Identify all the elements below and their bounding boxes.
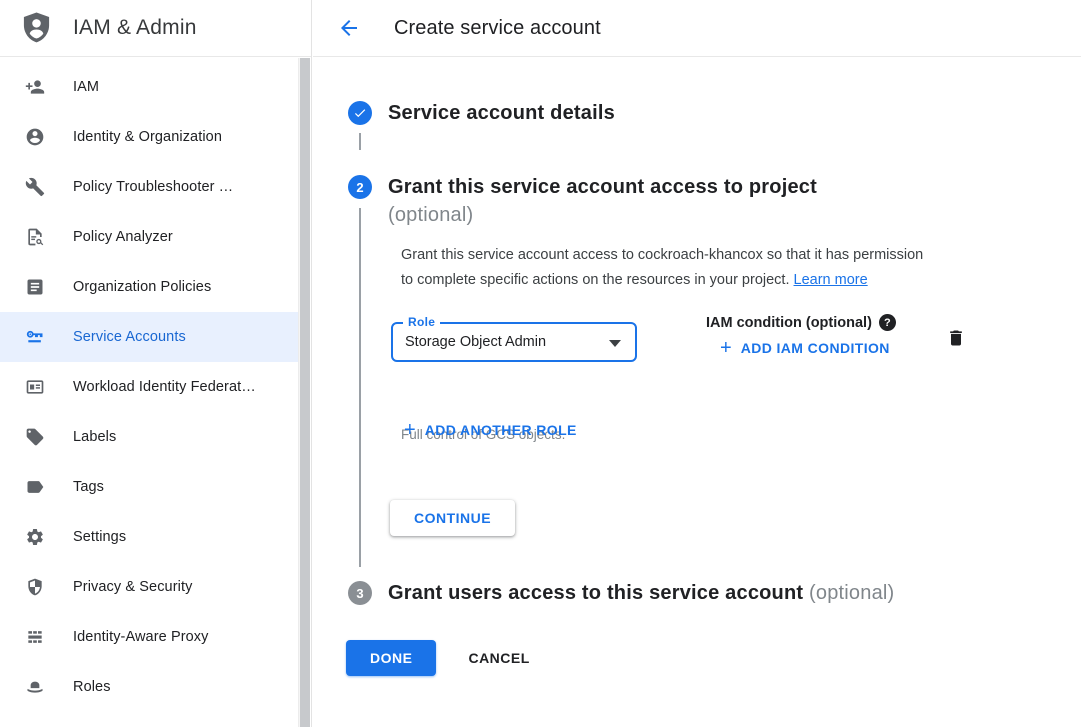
sidebar-item-label: Identity-Aware Proxy (73, 629, 209, 645)
sidebar-item-label: IAM (73, 79, 99, 95)
step-connector (359, 208, 361, 567)
sidebar-item-label: Roles (73, 679, 111, 695)
back-arrow-icon[interactable] (337, 16, 361, 40)
sidebar-item-label: Service Accounts (73, 329, 186, 345)
description-line: to complete specific actions on the reso… (401, 268, 923, 293)
sidebar-item-service-accounts[interactable]: Service Accounts (0, 312, 298, 362)
sidebar-header: IAM & Admin (0, 0, 311, 57)
sidebar-item-organization-policies[interactable]: Organization Policies (0, 262, 298, 312)
step1-complete-check-icon (348, 101, 372, 125)
delete-role-trash-icon[interactable] (946, 327, 966, 349)
sidebar-item-identity-organization[interactable]: Identity & Organization (0, 112, 298, 162)
sidebar-item-label: Organization Policies (73, 279, 211, 295)
cancel-button[interactable]: CANCEL (456, 640, 541, 676)
step3-title: Grant users access to this service accou… (388, 582, 894, 605)
sidebar-item-label: Policy Troubleshooter … (73, 179, 233, 195)
sidebar-item-label: Labels (73, 429, 116, 445)
step3-optional-label: (optional) (809, 582, 894, 604)
stepper-content: Service account details 2 Grant this ser… (313, 57, 1081, 727)
tag-icon (25, 427, 45, 447)
sidebar-item-label: Privacy & Security (73, 579, 192, 595)
sidebar-item-settings[interactable]: Settings (0, 512, 298, 562)
sidebar-item-label: Identity & Organization (73, 129, 222, 145)
person-add-icon (25, 77, 45, 97)
wrench-icon (25, 177, 45, 197)
role-select[interactable]: Role Storage Object Admin (391, 322, 637, 362)
step2-row: 2 Grant this service account access to p… (348, 173, 817, 229)
role-field-label: Role (403, 315, 440, 329)
main-panel: Create service account Service account d… (313, 0, 1081, 727)
card-icon (25, 377, 45, 397)
add-another-role-button[interactable]: + ADD ANOTHER ROLE (404, 422, 577, 438)
sidebar-item-privacy-security[interactable]: Privacy & Security (0, 562, 298, 612)
step2-number-badge: 2 (348, 175, 372, 199)
step1-row: Service account details (348, 101, 615, 125)
role-selected-value: Storage Object Admin (405, 334, 546, 350)
continue-button[interactable]: CONTINUE (390, 500, 515, 536)
learn-more-link[interactable]: Learn more (794, 272, 868, 288)
sidebar: IAM & Admin IAM Identity & Organization Po… (0, 0, 312, 727)
sidebar-item-label: Settings (73, 529, 126, 545)
plus-icon: + (404, 422, 416, 438)
dropdown-arrow-icon[interactable] (609, 340, 621, 347)
page-header: Create service account (313, 0, 1081, 57)
sidebar-item-workload-identity-federat[interactable]: Workload Identity Federat… (0, 362, 298, 412)
page-title: Create service account (394, 17, 601, 40)
sidebar-item-roles[interactable]: Roles (0, 662, 298, 712)
label-arrow-icon (25, 477, 45, 497)
iap-icon (25, 627, 45, 647)
step3-row: 3 Grant users access to this service acc… (348, 581, 894, 605)
step1-title[interactable]: Service account details (388, 102, 615, 125)
policy-analyzer-icon (25, 227, 45, 247)
step3-number-badge: 3 (348, 581, 372, 605)
iam-condition-label: IAM condition (optional) (706, 315, 872, 331)
service-account-key-icon (25, 327, 45, 347)
form-actions: DONE CANCEL (346, 640, 542, 676)
step-connector (359, 133, 361, 150)
article-icon (25, 277, 45, 297)
hat-icon (25, 677, 45, 697)
sidebar-item-labels[interactable]: Labels (0, 412, 298, 462)
sidebar-scrollbar[interactable] (298, 58, 310, 727)
sidebar-item-iam[interactable]: IAM (0, 62, 298, 112)
step2-title: Grant this service account access to pro… (388, 173, 817, 201)
description-line: Grant this service account access to coc… (401, 243, 923, 268)
account-circle-icon (25, 127, 45, 147)
sidebar-item-tags[interactable]: Tags (0, 462, 298, 512)
step2-optional-label: (optional) (388, 201, 817, 229)
sidebar-item-identity-aware-proxy[interactable]: Identity-Aware Proxy (0, 612, 298, 662)
iam-condition-row: IAM condition (optional) ? (706, 314, 896, 331)
product-title: IAM & Admin (73, 16, 197, 40)
half-shield-icon (25, 577, 45, 597)
sidebar-nav: IAM Identity & Organization Policy Trouble… (0, 62, 298, 712)
iam-shield-logo-icon (21, 11, 52, 45)
sidebar-item-policy-analyzer[interactable]: Policy Analyzer (0, 212, 298, 262)
help-icon[interactable]: ? (879, 314, 896, 331)
sidebar-item-label: Tags (73, 479, 104, 495)
done-button[interactable]: DONE (346, 640, 436, 676)
gear-icon (25, 527, 45, 547)
add-iam-condition-button[interactable]: + ADD IAM CONDITION (720, 340, 890, 356)
sidebar-item-label: Policy Analyzer (73, 229, 173, 245)
sidebar-scrollbar-thumb[interactable] (300, 58, 310, 727)
step2-description: Grant this service account access to coc… (401, 243, 923, 293)
sidebar-item-label: Workload Identity Federat… (73, 379, 256, 395)
sidebar-item-policy-troubleshooter[interactable]: Policy Troubleshooter … (0, 162, 298, 212)
plus-icon: + (720, 340, 732, 356)
